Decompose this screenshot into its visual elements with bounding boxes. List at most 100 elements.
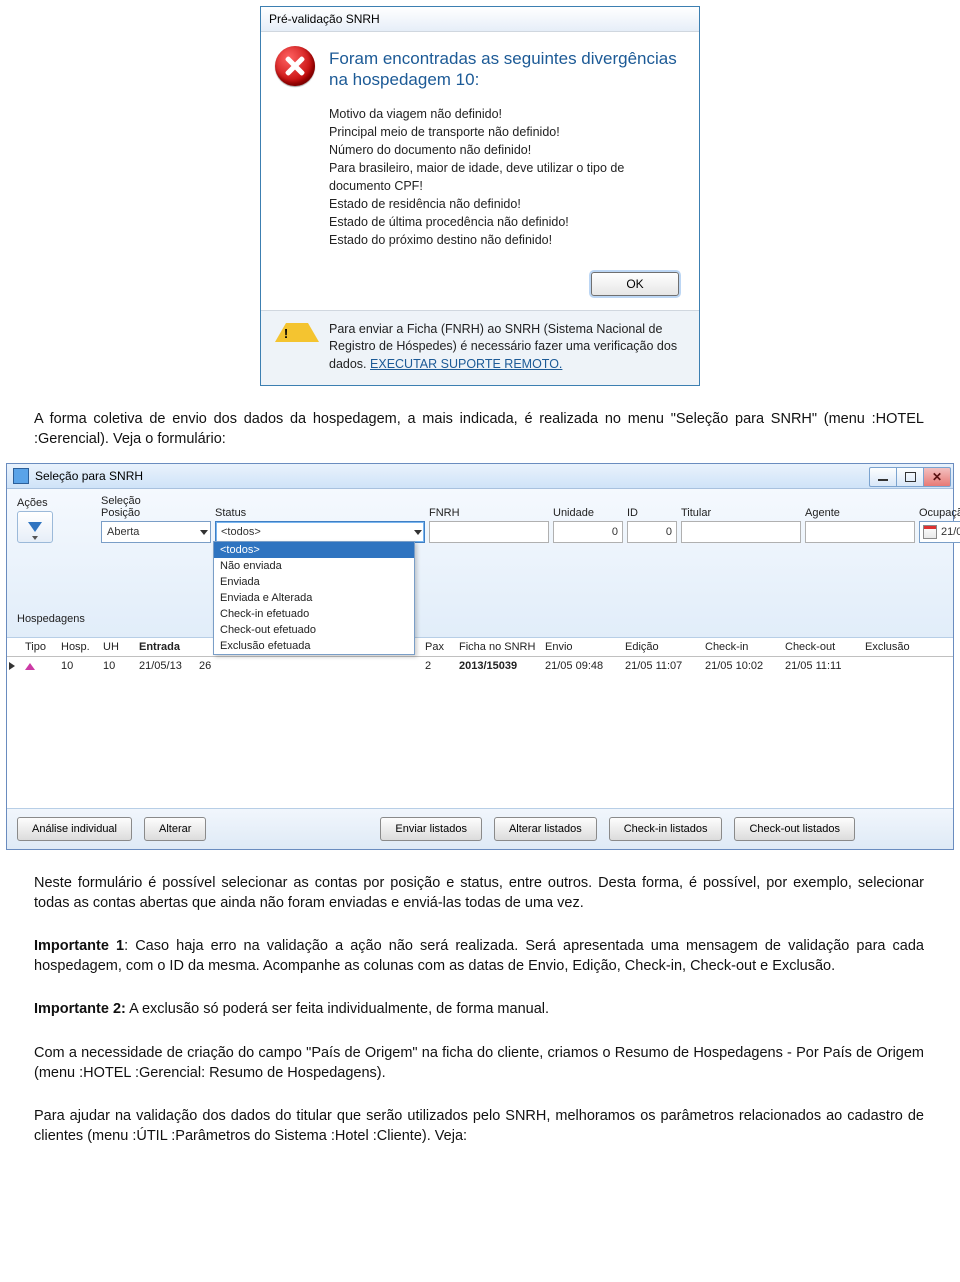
alterar-listados-button[interactable]: Alterar listados xyxy=(494,817,597,841)
status-option[interactable]: Não enviada xyxy=(214,558,414,574)
status-combo[interactable]: <todos> xyxy=(215,521,425,543)
cell-ficha: 2013/15039 xyxy=(457,660,543,672)
cell-checkout: 21/05 11:11 xyxy=(783,660,863,672)
error-icon xyxy=(275,46,315,86)
col-tipo[interactable]: Tipo xyxy=(23,641,59,653)
status-option[interactable]: <todos> xyxy=(214,542,414,558)
close-button[interactable]: ✕ xyxy=(924,467,951,487)
label-hospedagens: Hospedagens xyxy=(17,613,943,625)
col-entrada[interactable]: Entrada xyxy=(137,641,197,653)
row-current-icon xyxy=(9,662,15,670)
important-1-text: : Caso haja erro na validação a ação não… xyxy=(34,938,924,974)
cell-hosp: 10 xyxy=(59,660,101,672)
row-type-icon xyxy=(25,663,35,670)
dialog-message: Estado de residência não definido! xyxy=(329,195,683,213)
dialog-message: Motivo da viagem não definido! xyxy=(329,105,683,123)
dialog-footer-text: Para enviar a Ficha (FNRH) ao SNRH (Sist… xyxy=(329,321,683,374)
cell-partial: 26 xyxy=(197,660,223,672)
important-2-lead: Importante 2: xyxy=(34,1001,126,1017)
label-titular: Titular xyxy=(681,507,801,521)
dialog-message-list: Motivo da viagem não definido! Principal… xyxy=(329,105,683,250)
body-paragraph: Para ajudar na validação dos dados do ti… xyxy=(34,1107,924,1146)
cell-envio: 21/05 09:48 xyxy=(543,660,623,672)
status-option[interactable]: Check-out efetuado xyxy=(214,622,414,638)
enviar-listados-button[interactable]: Enviar listados xyxy=(380,817,482,841)
label-acoes: Ações xyxy=(17,497,97,511)
dialog-message: Número do documento não definido! xyxy=(329,141,683,159)
prevalidation-dialog: Pré-validação SNRH Foram encontradas as … xyxy=(260,6,700,386)
posicao-value: Aberta xyxy=(107,526,139,538)
fnrh-input[interactable] xyxy=(429,521,549,543)
col-hosp[interactable]: Hosp. xyxy=(59,641,101,653)
dialog-heading: Foram encontradas as seguintes divergênc… xyxy=(329,48,683,91)
calendar-icon xyxy=(923,525,937,539)
dialog-message: Para brasileiro, maior de idade, deve ut… xyxy=(329,159,683,195)
remote-support-link[interactable]: EXECUTAR SUPORTE REMOTO. xyxy=(370,357,562,371)
status-option[interactable]: Check-in efetuado xyxy=(214,606,414,622)
label-ocup-ini: Ocupação Inicial xyxy=(919,507,960,521)
unidade-input[interactable]: 0 xyxy=(553,521,623,543)
titular-input[interactable] xyxy=(681,521,801,543)
label-agente: Agente xyxy=(805,507,915,521)
label-status: Status xyxy=(215,507,425,521)
col-exclusao[interactable]: Exclusão xyxy=(863,641,923,653)
label-id: ID xyxy=(627,507,677,521)
status-option[interactable]: Exclusão efetuada xyxy=(214,638,414,654)
window-titlebar[interactable]: Seleção para SNRH ✕ xyxy=(7,464,953,489)
dialog-message: Estado de última procedência não definid… xyxy=(329,213,683,231)
maximize-button[interactable] xyxy=(897,467,924,487)
hospedagens-grid: Tipo Hosp. UH Entrada Pax Ficha no SNRH … xyxy=(7,638,953,808)
status-option[interactable]: Enviada xyxy=(214,574,414,590)
status-dropdown-list[interactable]: <todos> Não enviada Enviada Enviada e Al… xyxy=(213,541,415,655)
body-paragraph: A forma coletiva de envio dos dados da h… xyxy=(34,410,924,449)
actions-button[interactable] xyxy=(17,511,53,543)
cell-edicao: 21/05 11:07 xyxy=(623,660,703,672)
cell-checkin: 21/05 10:02 xyxy=(703,660,783,672)
col-ficha[interactable]: Ficha no SNRH xyxy=(457,641,543,653)
window-title: Seleção para SNRH xyxy=(35,469,143,483)
snrh-selection-window: Seleção para SNRH ✕ Ações xyxy=(6,463,954,850)
analise-individual-button[interactable]: Análise individual xyxy=(17,817,132,841)
col-edicao[interactable]: Edição xyxy=(623,641,703,653)
col-uh[interactable]: UH xyxy=(101,641,137,653)
chevron-down-icon xyxy=(414,530,422,535)
dialog-message: Estado do próximo destino não definido! xyxy=(329,231,683,249)
checkout-listados-button[interactable]: Check-out listados xyxy=(734,817,855,841)
grid-data-row[interactable]: 10 10 21/05/13 26 2 2013/15039 21/05 09:… xyxy=(7,657,953,675)
id-input[interactable]: 0 xyxy=(627,521,677,543)
label-unidade: Unidade xyxy=(553,507,623,521)
status-option[interactable]: Enviada e Alterada xyxy=(214,590,414,606)
bottom-button-bar: Análise individual Alterar Enviar listad… xyxy=(7,808,953,849)
chevron-down-icon xyxy=(32,536,38,540)
body-paragraph: Importante 1: Caso haja erro na validaçã… xyxy=(34,937,924,976)
col-checkin[interactable]: Check-in xyxy=(703,641,783,653)
col-pax[interactable]: Pax xyxy=(423,641,457,653)
app-icon xyxy=(13,468,29,484)
ocup-ini-value: 21/05/13 xyxy=(941,526,960,538)
checkin-listados-button[interactable]: Check-in listados xyxy=(609,817,723,841)
important-2-text: A exclusão só poderá ser feita individua… xyxy=(126,1001,549,1017)
dialog-message: Principal meio de transporte não definid… xyxy=(329,123,683,141)
arrow-down-icon xyxy=(28,522,42,532)
agente-input[interactable] xyxy=(805,521,915,543)
ocup-ini-input[interactable]: 21/05/13 xyxy=(919,521,960,543)
cell-pax: 2 xyxy=(423,660,457,672)
label-posicao: Posição xyxy=(101,507,211,521)
filter-toolbar: Ações Seleção Posição Aberta xyxy=(7,489,953,638)
body-paragraph: Com a necessidade de criação do campo "P… xyxy=(34,1044,924,1083)
minimize-button[interactable] xyxy=(869,467,897,487)
ok-button[interactable]: OK xyxy=(591,272,679,296)
important-1-lead: Importante 1 xyxy=(34,938,124,954)
alterar-button[interactable]: Alterar xyxy=(144,817,206,841)
warning-icon xyxy=(275,323,319,342)
body-paragraph: Neste formulário é possível selecionar a… xyxy=(34,874,924,913)
cell-entrada: 21/05/13 xyxy=(137,660,197,672)
dialog-title: Pré-validação SNRH xyxy=(261,7,699,32)
posicao-combo[interactable]: Aberta xyxy=(101,521,211,543)
grid-header-row: Tipo Hosp. UH Entrada Pax Ficha no SNRH … xyxy=(7,638,953,657)
chevron-down-icon xyxy=(200,530,208,535)
col-checkout[interactable]: Check-out xyxy=(783,641,863,653)
label-fnrh: FNRH xyxy=(429,507,549,521)
col-envio[interactable]: Envio xyxy=(543,641,623,653)
status-value: <todos> xyxy=(221,526,261,538)
